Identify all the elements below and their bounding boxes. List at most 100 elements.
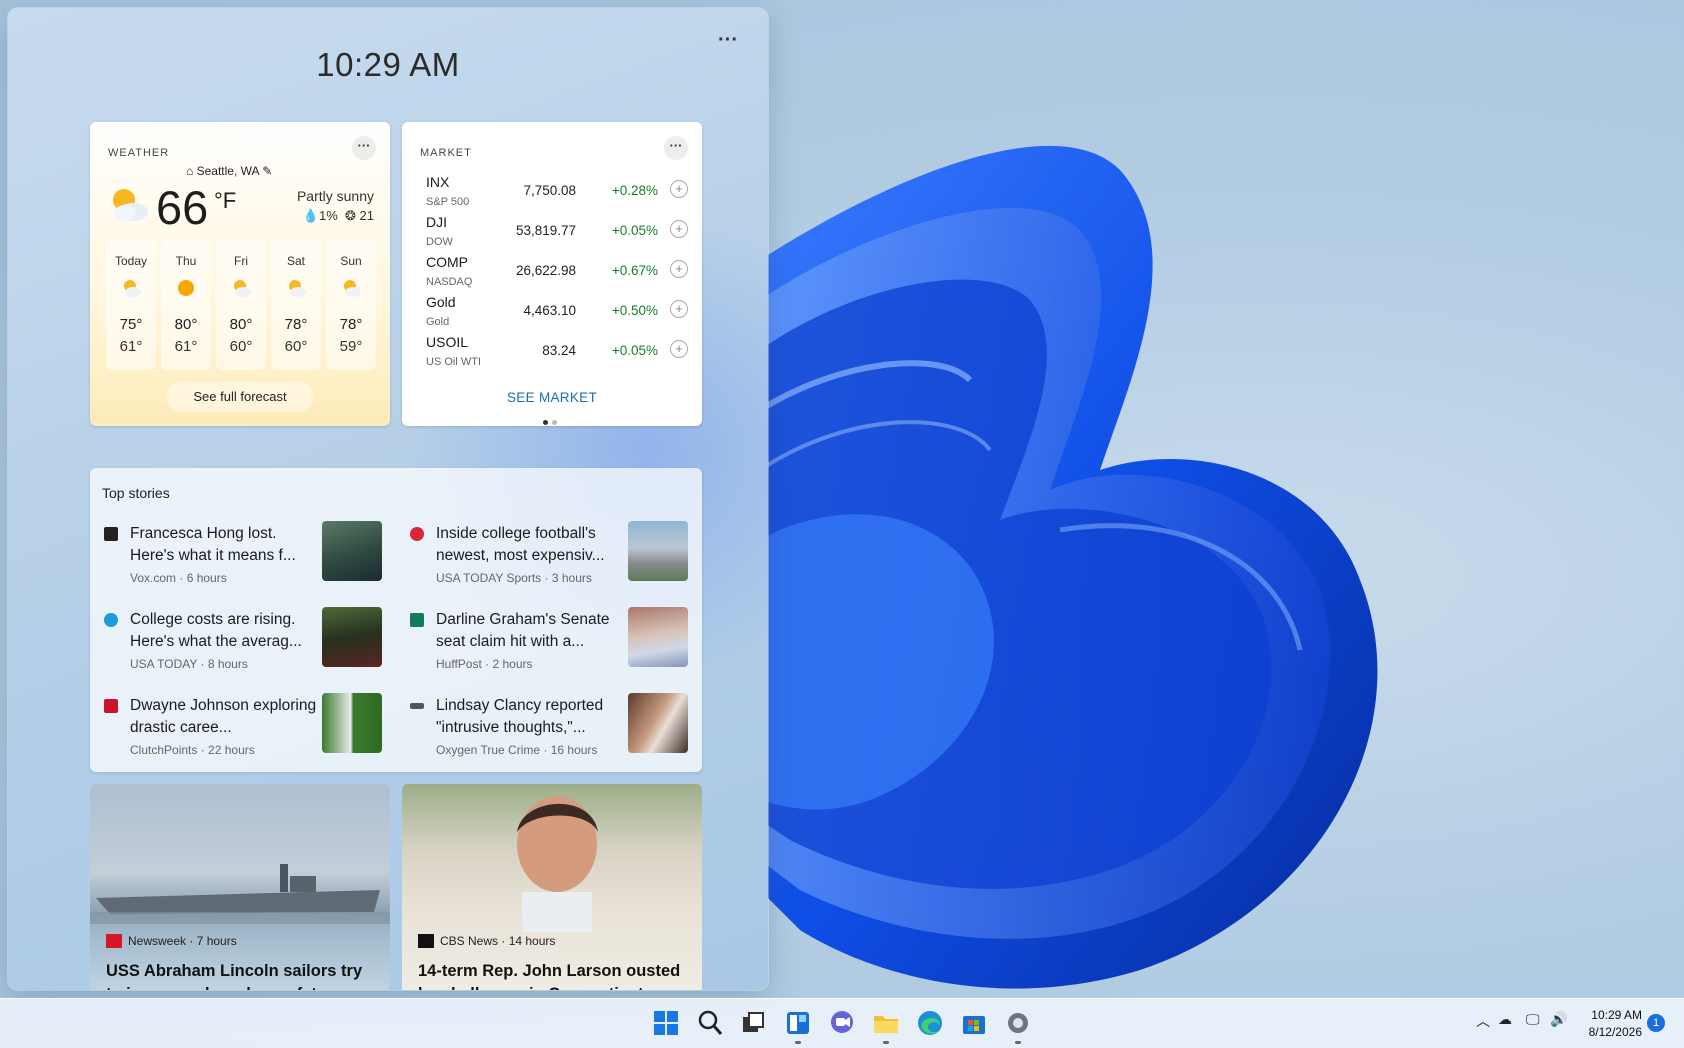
see-market-link[interactable]: SEE MARKET <box>402 390 702 405</box>
market-symbol: INX <box>426 174 450 190</box>
news-card-age: 7 hours <box>196 934 237 948</box>
add-watchlist-icon[interactable]: + <box>670 340 688 358</box>
story-source: Vox.com <box>130 571 177 585</box>
forecast-high: 80° <box>229 316 253 333</box>
story-item[interactable]: Dwayne Johnson exploring drastic caree..… <box>90 693 386 763</box>
active-app-indicator <box>883 1041 889 1044</box>
precipitation-icon: 💧 <box>302 208 319 223</box>
story-headline: College costs are rising. Here's what th… <box>130 611 302 650</box>
forecast-high: 75° <box>119 316 143 333</box>
forecast-day[interactable]: Sun 78° 59° <box>326 240 376 370</box>
show-hidden-icons-chevron-icon[interactable]: ︿ <box>1476 1011 1490 1031</box>
story-item[interactable]: College costs are rising. Here's what th… <box>90 607 386 677</box>
see-full-forecast-button[interactable]: See full forecast <box>166 382 314 412</box>
market-more-button[interactable]: ··· <box>664 136 688 160</box>
story-source: ClutchPoints <box>130 743 198 757</box>
edge-browser-icon[interactable] <box>915 1008 945 1038</box>
market-row[interactable]: DJI DOW 53,819.77 +0.05% + <box>426 214 688 254</box>
weather-more-button[interactable]: ··· <box>352 136 376 160</box>
story-thumbnail <box>628 521 688 581</box>
story-item[interactable]: Darline Graham's Senate seat claim hit w… <box>396 607 692 677</box>
market-symbol: DJI <box>426 214 447 230</box>
widgets-panel: 10:29 AM ··· WEATHER ··· ⌂ Seattle, WA ✎… <box>8 8 768 990</box>
aqi-value: 21 <box>359 208 374 223</box>
forecast-day[interactable]: Thu 80° 61° <box>161 240 211 370</box>
chat-icon[interactable] <box>827 1008 857 1038</box>
home-icon: ⌂ <box>186 164 194 178</box>
task-view-icon[interactable] <box>738 1008 768 1038</box>
vox-logo-icon <box>104 527 118 541</box>
story-thumbnail <box>628 607 688 667</box>
add-watchlist-icon[interactable]: + <box>670 260 688 278</box>
clock-time: 10:29 AM <box>1591 1008 1642 1022</box>
market-title: MARKET <box>420 147 472 159</box>
onedrive-icon[interactable]: ☁ <box>1498 1011 1512 1028</box>
add-watchlist-icon[interactable]: + <box>670 180 688 198</box>
clutchpoints-logo-icon <box>104 699 118 713</box>
market-name: NASDAQ <box>426 276 473 288</box>
forecast-day[interactable]: Sat 78° 60° <box>271 240 321 370</box>
weather-unit: °F <box>214 188 237 213</box>
market-change: +0.05% <box>611 343 658 358</box>
edit-location-icon[interactable]: ✎ <box>262 164 272 178</box>
news-card[interactable]: CBS News · 14 hours 14-term Rep. John La… <box>402 784 702 990</box>
story-item[interactable]: Lindsay Clancy reported "intrusive thoug… <box>396 693 692 763</box>
story-item[interactable]: Inside college football's newest, most e… <box>396 521 692 591</box>
market-name: US Oil WTI <box>426 356 481 368</box>
market-value: 53,819.77 <box>515 223 576 238</box>
market-row[interactable]: COMP NASDAQ 26,622.98 +0.67% + <box>426 254 688 294</box>
portrait-image <box>517 796 598 932</box>
weather-temperature: 66 <box>156 181 209 234</box>
forecast-low: 59° <box>339 338 363 355</box>
forecast-low: 60° <box>284 338 308 355</box>
forecast-day[interactable]: Today 75° 61° <box>106 240 156 370</box>
news-card[interactable]: Newsweek · 7 hours USS Abraham Lincoln s… <box>90 784 390 990</box>
market-name: DOW <box>426 236 453 248</box>
weather-widget[interactable]: WEATHER ··· ⌂ Seattle, WA ✎ 66 °F Partly… <box>90 122 390 426</box>
network-icon[interactable]: 🖵 <box>1526 1011 1540 1028</box>
forecast-day[interactable]: Fri 80° 60° <box>216 240 266 370</box>
partly-sunny-icon <box>344 280 361 297</box>
market-change: +0.67% <box>611 263 658 278</box>
market-row[interactable]: USOIL US Oil WTI 83.24 +0.05% + <box>426 334 688 374</box>
panel-more-button[interactable]: ··· <box>713 28 743 58</box>
huffpost-logo-icon <box>410 613 424 627</box>
story-age: 8 hours <box>207 657 248 671</box>
story-thumbnail <box>322 521 382 581</box>
forecast-low: 61° <box>119 338 143 355</box>
add-watchlist-icon[interactable]: + <box>670 220 688 238</box>
story-thumbnail <box>322 693 382 753</box>
search-icon[interactable] <box>695 1008 725 1038</box>
start-button-icon[interactable] <box>651 1008 681 1038</box>
story-age: 3 hours <box>551 571 592 585</box>
notification-badge[interactable]: 1 <box>1647 1014 1665 1032</box>
sunny-icon <box>178 280 194 296</box>
partly-sunny-icon <box>124 280 141 297</box>
weather-location[interactable]: ⌂ Seattle, WA ✎ <box>186 164 272 178</box>
market-widget[interactable]: MARKET ··· INX S&P 500 7,750.08 +0.28% +… <box>402 122 702 426</box>
clock-date: 8/12/2026 <box>1588 1025 1642 1039</box>
page-dots[interactable] <box>543 412 561 430</box>
story-meta: Vox.com · 6 hours <box>130 571 227 585</box>
widgets-icon[interactable] <box>783 1008 813 1038</box>
market-row[interactable]: Gold Gold 4,463.10 +0.50% + <box>426 294 688 334</box>
volume-icon[interactable]: 🔊 <box>1550 1011 1567 1028</box>
usa-today-sports-logo-icon <box>410 527 424 541</box>
file-explorer-icon[interactable] <box>871 1008 901 1038</box>
taskbar: ︿ ☁ 🖵 🔊 10:29 AM 8/12/2026 1 <box>0 998 1684 1048</box>
market-name: Gold <box>426 316 450 328</box>
microsoft-store-icon[interactable] <box>959 1008 989 1038</box>
market-row[interactable]: INX S&P 500 7,750.08 +0.28% + <box>426 174 688 214</box>
forecast-day-name: Fri <box>234 254 248 268</box>
taskbar-clock[interactable]: 10:29 AM 8/12/2026 <box>1572 1007 1642 1041</box>
story-headline: Lindsay Clancy reported "intrusive thoug… <box>436 697 604 736</box>
settings-gear-icon[interactable] <box>1003 1008 1033 1038</box>
story-headline: Francesca Hong lost. Here's what it mean… <box>130 525 296 564</box>
story-headline: Darline Graham's Senate seat claim hit w… <box>436 611 610 650</box>
add-watchlist-icon[interactable]: + <box>670 300 688 318</box>
market-value: 4,463.10 <box>523 303 576 318</box>
story-item[interactable]: Francesca Hong lost. Here's what it mean… <box>90 521 386 591</box>
forecast-day-name: Thu <box>175 254 197 268</box>
story-thumbnail <box>628 693 688 753</box>
market-name: S&P 500 <box>426 196 470 208</box>
